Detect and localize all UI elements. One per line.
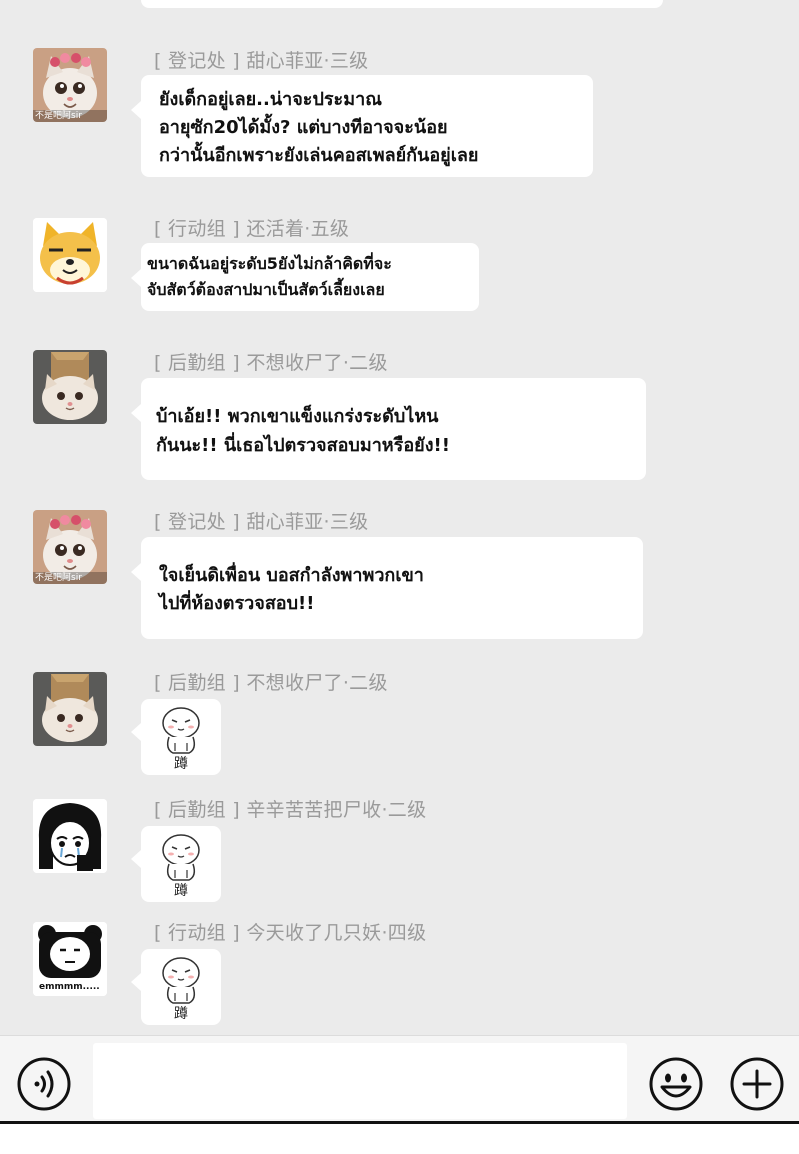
message-bubble[interactable]: ยังเด็กอยู่เลย..น่าจะประมาณ อายุซัก20ได้…: [131, 75, 593, 177]
message-line: กันนะ!! นี่เธอไปตรวจสอบมาหรือยัง!!: [156, 435, 450, 456]
message-line: บ้าเอ้ย!! พวกเขาแข็งแกร่งระดับไหน: [156, 406, 439, 427]
message-line: ไปที่ห้องตรวจสอบ!!: [159, 593, 315, 614]
cat-with-flower-crown-avatar[interactable]: 不是吧阿sir: [33, 48, 107, 122]
voice-button[interactable]: [15, 1055, 73, 1113]
emoji-icon: [649, 1057, 703, 1111]
sender-name: [ 后勤组 ] 不想收尸了·二级: [154, 672, 388, 694]
sticker-message[interactable]: 蹲: [131, 699, 221, 775]
sticker-message[interactable]: 蹲: [131, 949, 221, 1025]
message-line: อายุซัก20ได้มั้ง? แต่บางทีอาจจะน้อย: [159, 117, 448, 138]
voice-icon: [17, 1057, 71, 1111]
cat-in-box-avatar[interactable]: [33, 350, 107, 424]
sender-name: [ 行动组 ] 今天收了几只妖·四级: [154, 922, 427, 944]
squatting-figure-sticker: [162, 957, 200, 1004]
message-line: จับสัตว์ต้องสาปมาเป็นสัตว์เลี้ยงเลย: [147, 280, 385, 299]
previous-message-bubble: [141, 0, 663, 8]
message-line: ยังเด็กอยู่เลย..น่าจะประมาณ: [159, 89, 382, 110]
sender-name: [ 行动组 ] 还活着·五级: [154, 218, 350, 240]
sticker-message[interactable]: 蹲: [131, 826, 221, 902]
sender-name: [ 登记处 ] 甜心菲亚·三级: [154, 50, 369, 72]
message-bubble[interactable]: ใจเย็นดิเพื่อน บอสกำลังพาพวกเขา ไปที่ห้อ…: [131, 537, 643, 639]
sender-name: [ 登记处 ] 甜心菲亚·三级: [154, 511, 369, 533]
chat-message-list[interactable]: 不是吧阿sir [ 登记处 ] 甜心菲亚·三级 ยังเด็กอยู่เลย..…: [0, 0, 799, 1035]
squatting-figure-sticker: [162, 707, 200, 754]
message-bubble[interactable]: บ้าเอ้ย!! พวกเขาแข็งแกร่งระดับไหน กันนะ!…: [131, 378, 646, 480]
panda-meme-avatar[interactable]: emmmm.....: [33, 922, 107, 996]
sender-name: [ 后勤组 ] 不想收尸了·二级: [154, 352, 388, 374]
avatar-caption: emmmm.....: [39, 982, 100, 992]
more-options-button[interactable]: [728, 1055, 786, 1113]
avatar-caption: 不是吧阿sir: [35, 573, 82, 583]
bottom-divider: [0, 1121, 799, 1124]
squatting-figure-sticker: [162, 834, 200, 881]
crying-manga-girl-avatar[interactable]: [33, 799, 107, 873]
sticker-label: 蹲: [174, 1006, 188, 1022]
message-line: ใจเย็นดิเพื่อน บอสกำลังพาพวกเขา: [159, 565, 424, 586]
cat-with-flower-crown-avatar[interactable]: 不是吧阿sir: [33, 510, 107, 584]
message-input-bar: [0, 1035, 799, 1122]
avatar-caption: 不是吧阿sir: [35, 111, 82, 121]
message-line: ขนาดฉันอยู่ระดับ5ยังไม่กล้าคิดที่จะ: [147, 254, 392, 273]
sender-name: [ 后勤组 ] 辛辛苦苦把尸收·二级: [154, 799, 427, 821]
emoji-button[interactable]: [647, 1055, 705, 1113]
cat-in-box-avatar[interactable]: [33, 672, 107, 746]
message-line: กว่านั้นอีกเพราะยังเล่นคอสเพลย์กันอยู่เล…: [159, 145, 479, 166]
plus-icon: [730, 1057, 784, 1111]
sticker-label: 蹲: [174, 883, 188, 899]
sticker-label: 蹲: [174, 756, 188, 772]
message-input[interactable]: [93, 1043, 627, 1119]
doge-shiba-avatar[interactable]: [33, 218, 107, 292]
message-bubble[interactable]: ขนาดฉันอยู่ระดับ5ยังไม่กล้าคิดที่จะ จับส…: [131, 243, 479, 311]
